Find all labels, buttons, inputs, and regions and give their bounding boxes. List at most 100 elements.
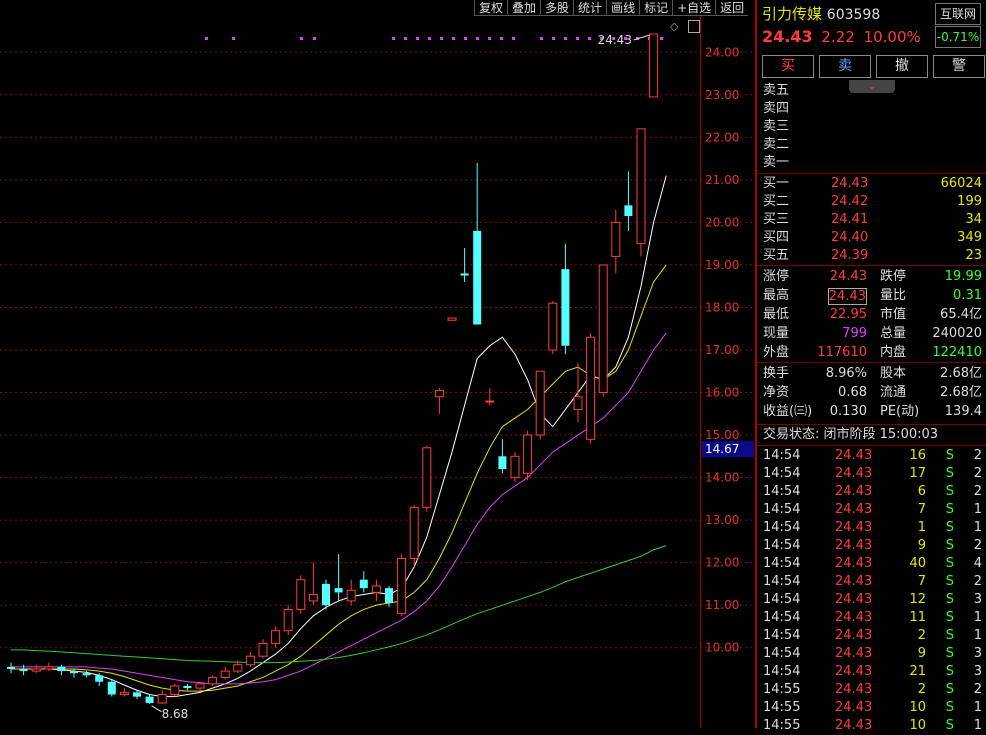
price-line: 24.43 2.22 10.00%: [762, 27, 921, 46]
kline-chart-svg[interactable]: 24.43 8.68: [0, 0, 700, 728]
candle-body: [561, 269, 570, 346]
tick-count: 1: [973, 628, 982, 643]
buy-button[interactable]: 买: [762, 55, 814, 78]
tick-price: 24.43: [835, 538, 873, 553]
alert-button[interactable]: 警: [933, 55, 985, 78]
stat-label: 净资: [763, 385, 790, 400]
stat-label: 跌停: [880, 269, 907, 284]
multi-stock-button[interactable]: 多股: [540, 0, 574, 16]
candle-body: [220, 670, 230, 678]
tick-volume: 2: [917, 682, 926, 697]
low-price-arrow: [151, 705, 162, 713]
tick-price: 24.43: [835, 628, 873, 643]
candle-body: [346, 589, 356, 602]
tick-side: S: [945, 520, 954, 535]
tick-count: 2: [973, 448, 982, 463]
stat-value: 0.31: [953, 288, 982, 303]
signal-dot: [416, 37, 419, 40]
tick-volume: 9: [917, 538, 926, 553]
candle-body: [119, 691, 129, 695]
stat-label: 最低: [763, 307, 790, 322]
signal-dot: [488, 37, 491, 40]
stats-row: 换手 8.96% 股本 2.68亿: [763, 365, 982, 383]
diamond-icon[interactable]: ◇: [670, 20, 678, 33]
tick-side: S: [945, 538, 954, 553]
candle-body: [359, 579, 368, 589]
buy-level-volume: 349: [957, 230, 982, 245]
tick-row: 14:54 24.43 12 S 3: [763, 591, 982, 609]
candle-body: [586, 336, 596, 440]
candle-body: [510, 455, 520, 479]
sector-index-button[interactable]: 互联网: [935, 3, 981, 25]
mark-button[interactable]: 标记: [639, 0, 673, 16]
candle-body: [422, 447, 432, 508]
stat-label: 涨停: [763, 269, 790, 284]
stock-code: 603598: [826, 7, 881, 23]
buy-level-label: 买二: [763, 194, 790, 209]
candle-body: [208, 676, 218, 685]
tick-row: 14:54 24.43 6 S 2: [763, 483, 982, 501]
statistics-button[interactable]: 统计: [573, 0, 607, 16]
candle-body: [624, 205, 633, 217]
candle-body: [397, 557, 407, 615]
candle-body: [258, 642, 268, 657]
kline-chart[interactable]: 24.43 8.68: [0, 0, 700, 728]
y-tick-label: 22.00: [705, 130, 739, 144]
tick-volume: 10: [909, 700, 926, 715]
high-price-label: 24.43: [598, 33, 632, 47]
buy-level-row: 买三 24.41 34: [763, 211, 982, 229]
draw-line-button[interactable]: 画线: [606, 0, 640, 16]
tick-count: 2: [973, 682, 982, 697]
buy-level-label: 买四: [763, 230, 790, 245]
tick-count: 1: [973, 700, 982, 715]
ma-line: [11, 175, 667, 698]
sell-button[interactable]: 卖: [819, 55, 871, 78]
candle-body: [233, 664, 243, 672]
candle-body: [548, 302, 558, 351]
stat-label: 股本: [880, 366, 907, 381]
tick-price: 24.43: [835, 502, 873, 517]
buy-level-price: 24.42: [831, 194, 869, 209]
tick-time: 14:54: [763, 664, 801, 679]
stat-value: 0.130: [829, 404, 867, 419]
tick-time: 14:55: [763, 718, 801, 733]
stat-value: 139.4: [944, 404, 982, 419]
tick-row: 14:55 24.43 10 S 1: [763, 699, 982, 717]
cancel-order-button[interactable]: 撤: [876, 55, 928, 78]
tick-side: S: [945, 574, 954, 589]
back-button[interactable]: 返回: [715, 0, 749, 16]
sell-level-5: 卖五: [763, 83, 790, 98]
restore-rights-button[interactable]: 复权: [474, 0, 508, 16]
signal-dot: [300, 37, 303, 40]
buy-level-row: 买四 24.40 349: [763, 229, 982, 247]
overlay-button[interactable]: 叠加: [507, 0, 541, 16]
tick-count: 2: [973, 484, 982, 499]
candle-body: [611, 221, 621, 257]
separator: [757, 362, 986, 363]
signal-dot: [452, 37, 455, 40]
candle-body: [409, 506, 419, 559]
tick-price: 24.43: [835, 520, 873, 535]
buy-level-price: 24.40: [831, 230, 869, 245]
tick-row: 14:54 24.43 1 S 1: [763, 519, 982, 537]
tick-row: 14:54 24.43 11 S 1: [763, 609, 982, 627]
buy-level-label: 买五: [763, 248, 790, 263]
sell-level-3: 卖三: [763, 119, 790, 134]
stat-label: 总量: [880, 326, 907, 341]
tick-count: 3: [973, 664, 982, 679]
y-tick-label: 12.00: [705, 556, 739, 570]
buy-level-volume: 66024: [940, 176, 982, 191]
tick-time: 14:54: [763, 574, 801, 589]
tick-row: 14:54 24.43 40 S 4: [763, 555, 982, 573]
buy-level-label: 买一: [763, 176, 790, 191]
tick-side: S: [945, 646, 954, 661]
signal-dot: [512, 37, 515, 40]
y-tick-label: 19.00: [705, 258, 739, 272]
tick-side: S: [945, 682, 954, 697]
quote-panel: 引力传媒 603598 互联网 24.43 2.22 10.00% -0.71%…: [757, 0, 986, 733]
add-watchlist-button[interactable]: +自选: [672, 0, 716, 16]
window-toggle-icon[interactable]: [688, 20, 700, 33]
tick-time: 14:54: [763, 466, 801, 481]
tick-volume: 1: [917, 520, 926, 535]
candle-body: [535, 370, 545, 436]
